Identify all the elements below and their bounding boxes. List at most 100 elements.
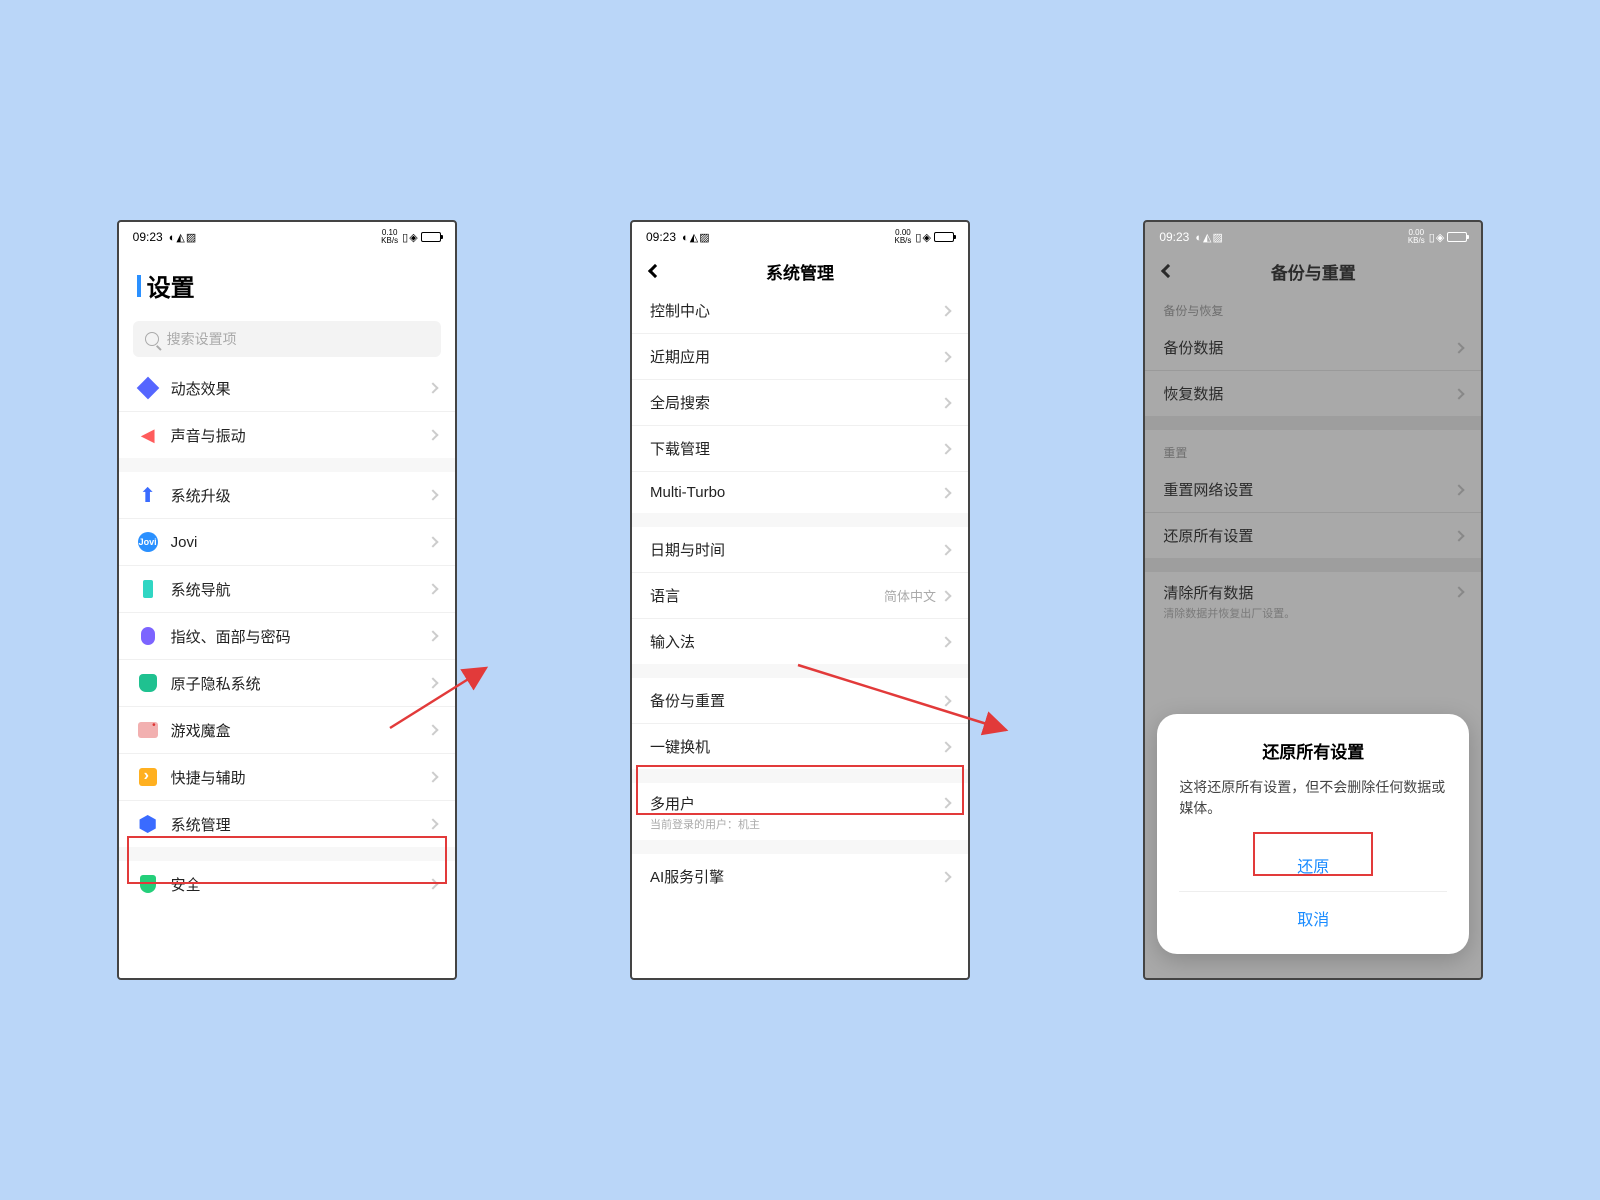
gamepad-icon xyxy=(137,719,159,741)
section-reset: 重置 xyxy=(1145,430,1481,467)
row-language[interactable]: 语言 简体中文 xyxy=(632,573,968,619)
section-divider xyxy=(1145,558,1481,572)
row-recent-apps[interactable]: 近期应用 xyxy=(632,334,968,380)
net-speed: 0.00KB/s xyxy=(895,229,912,245)
status-right-icons: ▯ ◈ xyxy=(1429,231,1444,244)
multi-user-sub: 当前登录的用户：机主 xyxy=(650,816,942,832)
screen-settings: 09:23 ◐ ◭ ▨ 0.10KB/s ▯ ◈ 设置 搜索设置项 动态效果 ◀… xyxy=(117,220,457,980)
row-jovi[interactable]: Jovi Jovi xyxy=(119,519,455,566)
section-backup-restore: 备份与恢复 xyxy=(1145,288,1481,325)
chevron-right-icon xyxy=(427,630,438,641)
row-shortcuts-accessibility[interactable]: 快捷与辅助 xyxy=(119,754,455,801)
search-icon xyxy=(145,332,159,346)
row-reset-network[interactable]: 重置网络设置 xyxy=(1145,467,1481,513)
row-privacy-system[interactable]: 原子隐私系统 xyxy=(119,660,455,707)
chevron-right-icon xyxy=(940,695,951,706)
chevron-right-icon xyxy=(1454,586,1465,597)
diamond-icon xyxy=(137,377,159,399)
annotation-highlight xyxy=(127,836,447,884)
privacy-shield-icon xyxy=(137,672,159,694)
section-divider xyxy=(1145,416,1481,430)
back-button[interactable] xyxy=(648,264,662,278)
annotation-highlight xyxy=(636,765,964,815)
row-dynamic-effects[interactable]: 动态效果 xyxy=(119,365,455,412)
chevron-right-icon xyxy=(940,397,951,408)
chevron-right-icon xyxy=(427,724,438,735)
chevron-right-icon xyxy=(940,741,951,752)
row-erase-all-data[interactable]: 清除所有数据 清除数据并恢复出厂设置。 xyxy=(1145,572,1481,629)
chevron-right-icon xyxy=(1454,530,1465,541)
dialog-body: 这将还原所有设置，但不会删除任何数据或媒体。 xyxy=(1179,777,1447,819)
status-left-icons: ◐ ◭ ▨ xyxy=(169,231,196,244)
status-time: 09:23 xyxy=(133,230,163,244)
chevron-right-icon xyxy=(427,818,438,829)
chevron-right-icon xyxy=(940,487,951,498)
confirm-dialog: 还原所有设置 这将还原所有设置，但不会删除任何数据或媒体。 还原 取消 xyxy=(1157,714,1469,954)
status-time: 09:23 xyxy=(1159,230,1189,244)
chevron-right-icon xyxy=(427,536,438,547)
chevron-right-icon xyxy=(427,382,438,393)
status-time: 09:23 xyxy=(646,230,676,244)
chevron-right-icon xyxy=(940,351,951,362)
row-ai-service-engine[interactable]: AI服务引擎 xyxy=(632,854,968,899)
chevron-right-icon xyxy=(427,489,438,500)
row-game-box[interactable]: 游戏魔盒 xyxy=(119,707,455,754)
screen-backup-reset: 09:23 ◐ ◭ ▨ 0.00KB/s ▯ ◈ 备份与重置 备份与恢复 备份数… xyxy=(1143,220,1483,980)
chevron-right-icon xyxy=(427,583,438,594)
chevron-right-icon xyxy=(940,305,951,316)
row-fingerprint-face-password[interactable]: 指纹、面部与密码 xyxy=(119,613,455,660)
dialog-title: 还原所有设置 xyxy=(1179,738,1447,763)
status-left-icons: ◐ ◭ ▨ xyxy=(682,231,709,244)
row-restore-data[interactable]: 恢复数据 xyxy=(1145,371,1481,416)
page-title: 系统管理 xyxy=(766,259,834,284)
shortcut-icon xyxy=(137,766,159,788)
status-right-icons: ▯ ◈ xyxy=(915,231,930,244)
row-control-center[interactable]: 控制中心 xyxy=(632,288,968,334)
chevron-right-icon xyxy=(427,677,438,688)
header-nav: 系统管理 xyxy=(632,252,968,288)
status-bar: 09:23 ◐ ◭ ▨ 0.10KB/s ▯ ◈ xyxy=(119,222,455,252)
row-download-manager[interactable]: 下载管理 xyxy=(632,426,968,472)
page-title: 设置 xyxy=(119,252,455,315)
chevron-right-icon xyxy=(940,871,951,882)
battery-icon xyxy=(934,232,954,242)
row-input-method[interactable]: 输入法 xyxy=(632,619,968,664)
row-date-time[interactable]: 日期与时间 xyxy=(632,527,968,573)
cancel-button[interactable]: 取消 xyxy=(1179,891,1447,944)
net-speed: 0.10KB/s xyxy=(381,229,398,245)
chevron-right-icon xyxy=(940,544,951,555)
status-left-icons: ◐ ◭ ▨ xyxy=(1195,231,1222,244)
search-input[interactable]: 搜索设置项 xyxy=(133,321,441,357)
section-divider xyxy=(632,840,968,854)
back-button[interactable] xyxy=(1161,264,1175,278)
status-bar: 09:23 ◐ ◭ ▨ 0.00KB/s ▯ ◈ xyxy=(1145,222,1481,252)
net-speed: 0.00KB/s xyxy=(1408,229,1425,245)
section-divider xyxy=(119,458,455,472)
header-nav: 备份与重置 xyxy=(1145,252,1481,288)
page-title: 备份与重置 xyxy=(1271,259,1356,284)
search-placeholder: 搜索设置项 xyxy=(167,329,237,349)
chevron-right-icon xyxy=(427,771,438,782)
row-backup-data[interactable]: 备份数据 xyxy=(1145,325,1481,371)
row-one-click-switch[interactable]: 一键换机 xyxy=(632,724,968,769)
chevron-right-icon xyxy=(940,636,951,647)
fingerprint-icon xyxy=(137,625,159,647)
row-backup-reset[interactable]: 备份与重置 xyxy=(632,678,968,724)
row-global-search[interactable]: 全局搜索 xyxy=(632,380,968,426)
screen-system-management: 09:23 ◐ ◭ ▨ 0.00KB/s ▯ ◈ 系统管理 控制中心 近期应用 … xyxy=(630,220,970,980)
erase-all-sub: 清除数据并恢复出厂设置。 xyxy=(1163,605,1455,621)
language-value: 简体中文 xyxy=(884,586,936,605)
row-system-upgrade[interactable]: ⬆ 系统升级 xyxy=(119,472,455,519)
row-system-navigation[interactable]: 系统导航 xyxy=(119,566,455,613)
status-bar: 09:23 ◐ ◭ ▨ 0.00KB/s ▯ ◈ xyxy=(632,222,968,252)
status-right-icons: ▯ ◈ xyxy=(402,231,417,244)
section-divider xyxy=(632,513,968,527)
chevron-right-icon xyxy=(940,443,951,454)
annotation-highlight xyxy=(1253,832,1373,876)
row-reset-all-settings[interactable]: 还原所有设置 xyxy=(1145,513,1481,558)
chevron-right-icon xyxy=(940,590,951,601)
row-multi-turbo[interactable]: Multi-Turbo xyxy=(632,472,968,513)
phone-icon xyxy=(137,578,159,600)
chevron-right-icon xyxy=(1454,342,1465,353)
row-sound-vibration[interactable]: ◀ 声音与振动 xyxy=(119,412,455,458)
